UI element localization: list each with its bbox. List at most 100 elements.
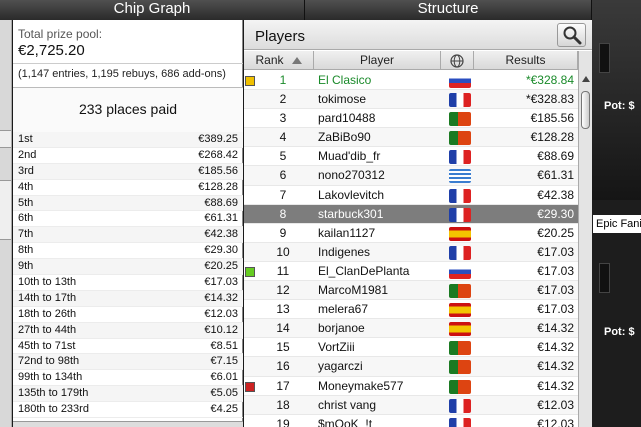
player-result: *€328.84 [525, 73, 574, 87]
country-flag-icon [449, 303, 471, 318]
player-name: yagarczi [318, 359, 363, 374]
tab-chip-graph[interactable]: Chip Graph [0, 0, 305, 20]
country-flag-icon [449, 341, 471, 356]
player-rank: 15 [276, 340, 290, 355]
search-icon [563, 26, 581, 45]
payout-place: 14th to 17th [18, 291, 77, 304]
scroll-up-icon[interactable] [582, 76, 590, 82]
player-row[interactable]: 12 MarcoM1981 €17.03 [244, 281, 578, 301]
divider [13, 63, 243, 64]
country-flag-icon [449, 379, 471, 394]
players-scrollbar[interactable] [578, 51, 592, 427]
left-side-panel [0, 20, 12, 427]
player-name: kailan1127 [318, 225, 376, 240]
player-row[interactable]: 16 yagarczi €14.32 [244, 357, 578, 377]
prize-pool-label: Total prize pool: [18, 27, 103, 41]
player-result: €29.30 [537, 206, 574, 221]
player-rank: 3 [279, 111, 287, 126]
payout-amount: €6.01 [210, 371, 238, 384]
player-name: ZaBiBo90 [318, 130, 371, 145]
country-flag-icon [449, 169, 471, 184]
payout-row: 27th to 44th €10.12 [13, 322, 243, 339]
payout-row: 3rd €185.56 [13, 163, 243, 180]
payout-amount: €12.03 [204, 307, 238, 320]
player-row[interactable]: 9 kailan1127 €20.25 [244, 224, 578, 243]
players-table: 1 El Clasico *€328.84 2 tokimose *€328.83 3 par… [244, 71, 578, 427]
column-results[interactable]: Results [474, 51, 578, 70]
payout-place: 18th to 26th [18, 307, 77, 320]
payout-row: 18th to 26th €12.03 [13, 307, 243, 323]
payout-place: 8th [18, 244, 34, 257]
player-name: VortZiii [318, 340, 355, 355]
player-row[interactable]: 13 melera67 €17.03 [244, 300, 578, 320]
payout-place: 135th to 179th [18, 387, 89, 400]
player-row[interactable]: 11 El_ClanDePlanta €17.03 [244, 262, 578, 282]
player-row[interactable]: 18 christ vang €12.03 [244, 395, 578, 415]
tab-structure[interactable]: Structure [305, 0, 592, 20]
column-player[interactable]: Player [314, 51, 441, 70]
player-rank: 7 [279, 187, 287, 202]
scrollbar-thumb[interactable] [581, 91, 590, 129]
payout-row: 99th to 134th €6.01 [13, 370, 243, 387]
payout-place: 6th [18, 212, 34, 225]
pot-text: Pot: $ [604, 326, 635, 338]
player-rank: 16 [276, 359, 290, 374]
payout-row: 6th €61.31 [13, 211, 243, 228]
column-rank[interactable]: Rank [244, 51, 314, 70]
player-rank: 17 [276, 378, 290, 393]
top-tab-bar: Chip Graph Structure [0, 0, 641, 20]
player-row[interactable]: 17 Moneymake577 €14.32 [244, 377, 578, 396]
player-row[interactable]: 14 borjanoe €14.32 [244, 319, 578, 339]
player-result: €88.69 [537, 149, 574, 164]
player-rank: 8 [279, 206, 287, 221]
payout-place: 72nd to 98th [18, 355, 80, 368]
payout-amount: €5.05 [210, 387, 238, 400]
country-flag-icon [449, 398, 471, 413]
country-flag-icon [449, 360, 471, 375]
player-row[interactable]: 8 starbuck301 €29.30 [244, 204, 578, 224]
player-row[interactable]: 15 VortZiii €14.32 [244, 338, 578, 358]
payout-row: 45th to 71st €8.51 [13, 339, 243, 355]
column-country[interactable] [441, 51, 474, 70]
player-result: €17.03 [537, 302, 574, 317]
payout-row: 2nd €268.42 [13, 148, 243, 164]
payout-amount: €128.28 [198, 180, 238, 193]
payout-place: 9th [18, 260, 34, 273]
player-row[interactable]: 2 tokimose *€328.83 [244, 90, 578, 110]
payout-amount: €14.32 [204, 291, 238, 304]
player-result: €14.32 [537, 321, 574, 336]
player-row[interactable]: 7 Lakovlevitch €42.38 [244, 186, 578, 205]
player-name: melera67 [318, 302, 369, 317]
player-row[interactable]: 19 $mOoK_!t €12.03 [244, 415, 578, 427]
player-name: Muad'dib_fr [318, 149, 381, 164]
player-name: Lakovlevitch [318, 187, 385, 202]
prize-pool-panel: Total prize pool: €2,725.20 (1,147 entri… [13, 20, 243, 427]
player-result: €14.32 [537, 359, 574, 374]
player-row[interactable]: 3 pard10488 €185.56 [244, 109, 578, 129]
player-note-marker [245, 381, 255, 392]
payout-amount: €4.25 [210, 403, 238, 416]
player-result: €20.25 [537, 225, 574, 240]
payout-amount: €10.12 [204, 323, 238, 336]
player-row[interactable]: 1 El Clasico *€328.84 [244, 71, 578, 91]
places-paid-box: 233 places paid [13, 87, 243, 133]
player-rank: 11 [276, 263, 290, 278]
country-flag-icon [449, 264, 471, 279]
player-rank: 10 [276, 244, 290, 259]
horizontal-scrollbar[interactable] [13, 421, 243, 427]
player-row[interactable]: 4 ZaBiBo90 €128.28 [244, 128, 578, 148]
player-row[interactable]: 6 nono270312 €61.31 [244, 166, 578, 186]
players-panel: Players Rank Player Results 1 El Clasico *… [244, 20, 592, 427]
country-flag-icon [449, 74, 471, 88]
search-button[interactable] [557, 23, 586, 47]
chip-display [599, 43, 610, 73]
player-rank: 5 [279, 149, 287, 164]
country-flag-icon [449, 131, 471, 146]
player-row[interactable]: 10 Indigenes €17.03 [244, 242, 578, 262]
payout-amount: €7.15 [210, 355, 238, 368]
payout-row: 180th to 233rd €4.25 [13, 402, 243, 419]
players-header: Players [244, 20, 592, 50]
player-row[interactable]: 5 Muad'dib_fr €88.69 [244, 147, 578, 167]
payout-place: 1st [18, 133, 33, 145]
player-name: borjanoe [318, 321, 365, 336]
